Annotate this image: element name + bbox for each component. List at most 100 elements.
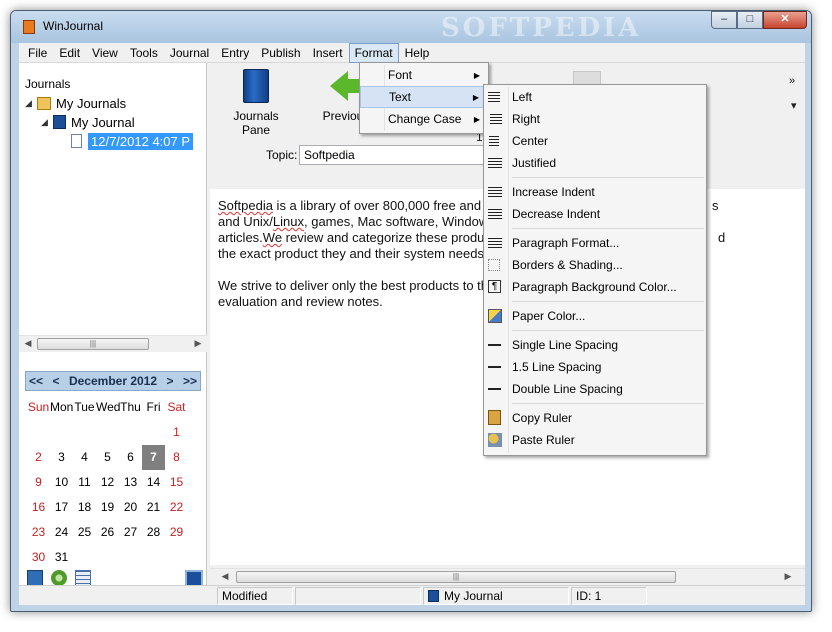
paragraph-bg-color-item[interactable]: ¶ Paragraph Background Color... (484, 276, 706, 298)
scroll-left-icon[interactable]: ◀ (218, 571, 232, 583)
calendar-day[interactable]: 31 (50, 545, 73, 570)
calendar-day[interactable]: 22 (165, 495, 188, 520)
calendar-prev-year-button[interactable]: << (29, 374, 43, 388)
calendar-day[interactable]: 29 (165, 520, 188, 545)
increase-indent-item[interactable]: Increase Indent (484, 181, 706, 203)
editor-horizontal-scrollbar[interactable]: ◀ ||| ▶ (210, 568, 805, 585)
calendar-day[interactable]: 5 (96, 445, 119, 470)
calendar-day[interactable]: 3 (50, 445, 73, 470)
calendar-day[interactable]: 6 (119, 445, 142, 470)
calendar-day[interactable]: 25 (73, 520, 96, 545)
calendar-day[interactable]: 16 (27, 495, 50, 520)
settings-gear-icon[interactable] (51, 570, 67, 586)
format-menu-change-case[interactable]: Change Case ▶ (360, 108, 488, 130)
topic-input[interactable] (299, 145, 509, 165)
calendar-day[interactable]: 23 (27, 520, 50, 545)
calendar-grid-icon[interactable] (75, 570, 91, 586)
calendar-day[interactable]: 2 (27, 445, 50, 470)
close-button[interactable]: ✕ (763, 11, 807, 29)
menu-insert[interactable]: Insert (307, 43, 349, 63)
tree-node-my-journals[interactable]: ◢ My Journals (25, 94, 126, 112)
tree-horizontal-scrollbar[interactable]: ◀ ||| ▶ (19, 335, 207, 352)
minimize-button[interactable]: – (711, 11, 737, 29)
menu-format[interactable]: Format (348, 43, 399, 63)
calendar-day[interactable]: 30 (27, 545, 50, 570)
paste-ruler-item[interactable]: Paste Ruler (484, 429, 706, 451)
calendar-weekday: Thu (120, 400, 141, 414)
status-journal-label: My Journal (444, 589, 503, 603)
menu-help[interactable]: Help (399, 43, 436, 63)
menu-journal[interactable]: Journal (164, 43, 215, 63)
tree-node-entry[interactable]: 12/7/2012 4:07 P (71, 132, 194, 150)
app-window: SOFTPEDIA WinJournal – □ ✕ File Edit Vie… (10, 10, 812, 612)
calendar-day[interactable]: 14 (142, 470, 165, 495)
maximize-button[interactable]: □ (737, 11, 763, 29)
toolbar-dropdown-icon[interactable]: ▾ (791, 99, 797, 112)
calendar-day[interactable]: 1 (165, 420, 188, 445)
align-center-item[interactable]: Center (484, 130, 706, 152)
calendar-day[interactable]: 21 (142, 495, 165, 520)
align-right-item[interactable]: Right (484, 108, 706, 130)
calendar-day[interactable]: 11 (73, 470, 96, 495)
format-menu-font[interactable]: Font ▶ (360, 64, 488, 86)
menu-edit[interactable]: Edit (53, 43, 86, 63)
calendar-day[interactable]: 12 (96, 470, 119, 495)
expand-triangle-icon[interactable]: ◢ (41, 117, 53, 128)
align-justified-item[interactable]: Justified (484, 152, 706, 174)
calendar-day[interactable]: 15 (165, 470, 188, 495)
paint-bucket-icon (488, 309, 502, 323)
calendar-day[interactable]: 10 (50, 470, 73, 495)
menu-view[interactable]: View (86, 43, 124, 63)
paragraph-format-icon (488, 238, 502, 249)
window-title: WinJournal (43, 19, 104, 33)
menu-bar: File Edit View Tools Journal Entry Publi… (19, 43, 805, 63)
borders-shading-item[interactable]: Borders & Shading... (484, 254, 706, 276)
calendar-day-empty (142, 545, 165, 570)
calendar-day[interactable]: 8 (165, 445, 188, 470)
menu-separator (512, 301, 704, 302)
toolbar-overflow-icon[interactable]: » (789, 75, 795, 87)
calendar-next-month-button[interactable]: > (167, 374, 174, 388)
double-spacing-item[interactable]: Double Line Spacing (484, 378, 706, 400)
calendar-day[interactable]: 20 (119, 495, 142, 520)
scroll-thumb[interactable]: ||| (37, 338, 149, 350)
format-menu-text[interactable]: Text ▶ (360, 86, 488, 108)
calendar-day[interactable]: 27 (119, 520, 142, 545)
journals-pane-button[interactable]: Journals Pane (220, 69, 292, 137)
scroll-left-icon[interactable]: ◀ (21, 338, 35, 350)
calendar-weekday: Wed (96, 400, 121, 414)
menu-entry[interactable]: Entry (215, 43, 255, 63)
calendar-next-year-button[interactable]: >> (183, 374, 197, 388)
calendar-day[interactable]: 13 (119, 470, 142, 495)
calendar-day[interactable]: 4 (73, 445, 96, 470)
menu-publish[interactable]: Publish (255, 43, 306, 63)
calendar-day[interactable]: 9 (27, 470, 50, 495)
scroll-thumb[interactable]: ||| (236, 571, 676, 583)
title-bar[interactable]: SOFTPEDIA WinJournal – □ ✕ (11, 11, 811, 43)
one-half-spacing-item[interactable]: 1.5 Line Spacing (484, 356, 706, 378)
paper-color-item[interactable]: Paper Color... (484, 305, 706, 327)
calendar-day[interactable]: 7 (142, 445, 165, 470)
calendar-day[interactable]: 28 (142, 520, 165, 545)
decrease-indent-item[interactable]: Decrease Indent (484, 203, 706, 225)
tree-node-my-journal[interactable]: ◢ My Journal (41, 113, 135, 131)
paragraph-format-item[interactable]: Paragraph Format... (484, 232, 706, 254)
copy-ruler-item[interactable]: Copy Ruler (484, 407, 706, 429)
journals-book-icon (243, 69, 269, 103)
calendar-day[interactable]: 19 (96, 495, 119, 520)
single-spacing-item[interactable]: Single Line Spacing (484, 334, 706, 356)
scroll-right-icon[interactable]: ▶ (191, 338, 205, 350)
menu-file[interactable]: File (22, 43, 53, 63)
new-journal-icon[interactable] (27, 570, 43, 586)
calendar-day[interactable]: 18 (73, 495, 96, 520)
expand-triangle-icon[interactable]: ◢ (25, 98, 37, 109)
calendar-day[interactable]: 24 (50, 520, 73, 545)
calendar-day[interactable]: 17 (50, 495, 73, 520)
submenu-arrow-icon: ▶ (473, 70, 480, 80)
menu-tools[interactable]: Tools (124, 43, 164, 63)
calendar-day[interactable]: 26 (96, 520, 119, 545)
topic-label: Topic: (266, 148, 298, 162)
align-left-item[interactable]: Left (484, 86, 706, 108)
calendar-prev-month-button[interactable]: < (52, 374, 59, 388)
scroll-right-icon[interactable]: ▶ (781, 571, 795, 583)
